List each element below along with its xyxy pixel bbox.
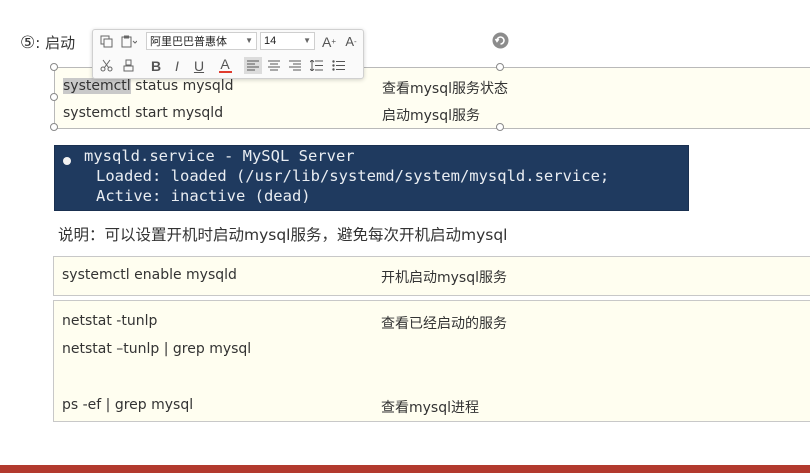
- grow-font-button[interactable]: A +: [320, 33, 338, 50]
- text-format-toolbar: 阿里巴巴普惠体 ▼ 14 ▼ A + A- B I U A: [92, 29, 364, 79]
- copy-format-icon[interactable]: [97, 33, 115, 50]
- table-cell-command[interactable]: systemctl status mysqld: [63, 78, 234, 94]
- table-cell-desc[interactable]: 开机启动mysql服务: [381, 267, 507, 287]
- table-cell-command[interactable]: ps -ef | grep mysql: [62, 397, 193, 413]
- font-color-label: A: [220, 56, 230, 72]
- bottom-accent-bar: [0, 465, 810, 473]
- command-table-3[interactable]: netstat -tunlp 查看已经启动的服务 netstat –tunlp …: [53, 300, 810, 422]
- underline-button[interactable]: U: [191, 57, 207, 74]
- italic-button[interactable]: I: [169, 57, 185, 74]
- rotate-handle-icon[interactable]: [492, 32, 509, 49]
- align-center-icon[interactable]: [265, 57, 283, 74]
- table-cell-command[interactable]: netstat –tunlp | grep mysql: [62, 341, 251, 357]
- terminal-line: Loaded: loaded (/usr/lib/systemd/system/…: [96, 167, 610, 185]
- chevron-down-icon: ▼: [245, 36, 253, 45]
- resize-handle[interactable]: [496, 123, 504, 131]
- table-cell-desc[interactable]: 查看mysql进程: [381, 397, 479, 417]
- bullet-list-icon[interactable]: [329, 57, 347, 74]
- align-left-icon[interactable]: [244, 57, 262, 74]
- table-cell-command-rest: status mysqld: [130, 78, 234, 94]
- align-right-icon[interactable]: [286, 57, 304, 74]
- grow-font-label: A: [321, 33, 332, 50]
- table-cell-command[interactable]: netstat -tunlp: [62, 313, 157, 329]
- status-dot-icon: [63, 157, 71, 165]
- note-text: 说明：可以设置开机时启动mysql服务，避免每次开机启动mysql: [58, 226, 508, 244]
- section-title: : 启动: [35, 34, 76, 52]
- font-size-select[interactable]: 14 ▼: [260, 32, 315, 50]
- section-heading: ⑤ : 启动: [20, 32, 75, 53]
- resize-handle[interactable]: [496, 63, 504, 71]
- resize-handle[interactable]: [50, 123, 58, 131]
- font-color-swatch: [218, 71, 232, 73]
- font-color-button[interactable]: A: [213, 57, 237, 74]
- format-painter-icon[interactable]: [119, 57, 137, 74]
- terminal-line: mysqld.service - MySQL Server: [84, 147, 355, 165]
- table-cell-command[interactable]: systemctl enable mysqld: [62, 267, 237, 283]
- font-size-value: 14: [264, 35, 277, 47]
- font-family-value: 阿里巴巴普惠体: [150, 36, 227, 48]
- table-cell-command[interactable]: systemctl start mysqld: [63, 105, 223, 121]
- shrink-font-button[interactable]: A-: [342, 33, 360, 50]
- resize-handle[interactable]: [50, 93, 58, 101]
- terminal-output-image: mysqld.service - MySQL Server Loaded: lo…: [54, 145, 689, 211]
- font-family-select[interactable]: 阿里巴巴普惠体 ▼: [146, 32, 257, 50]
- resize-handle[interactable]: [50, 63, 58, 71]
- terminal-line: Active: inactive (dead): [96, 187, 311, 205]
- shrink-font-label: A: [345, 34, 354, 49]
- paste-icon[interactable]: [119, 33, 139, 50]
- cut-icon[interactable]: [97, 57, 115, 74]
- section-number: ⑤: [20, 32, 36, 53]
- command-table-2[interactable]: systemctl enable mysqld 开机启动mysql服务: [53, 256, 810, 296]
- table-cell-desc[interactable]: 查看mysql服务状态: [382, 78, 508, 98]
- line-spacing-icon[interactable]: [307, 57, 325, 74]
- table-cell-desc[interactable]: 查看已经启动的服务: [381, 313, 507, 333]
- bold-button[interactable]: B: [148, 57, 164, 74]
- table-cell-desc[interactable]: 启动mysql服务: [382, 105, 480, 125]
- chevron-down-icon: ▼: [303, 36, 311, 45]
- selected-text[interactable]: systemctl: [63, 78, 131, 94]
